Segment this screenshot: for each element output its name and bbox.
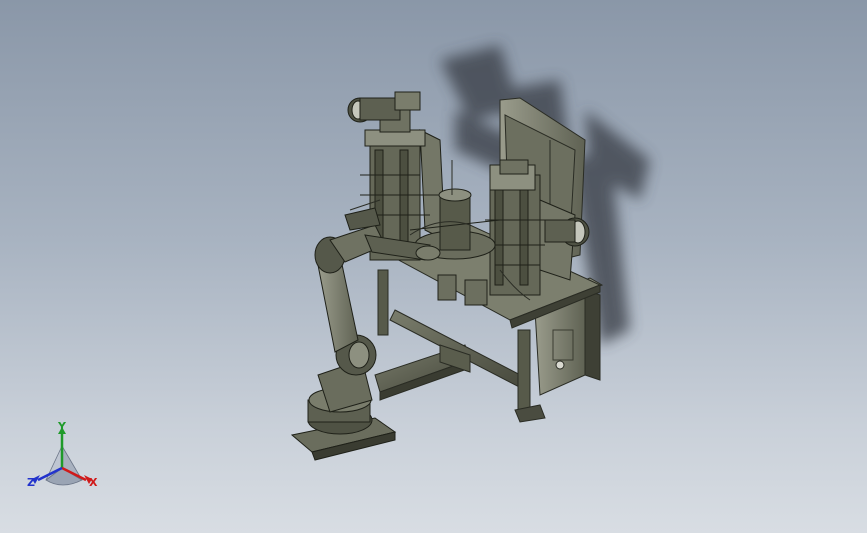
x-axis-label: X [89, 476, 98, 489]
cad-3d-viewport[interactable]: Y X Z [0, 0, 867, 533]
assembly-model[interactable] [0, 0, 867, 533]
z-axis-label: Z [27, 476, 35, 489]
y-axis-label: Y [58, 420, 66, 433]
coordinate-triad: Y X Z [26, 420, 106, 496]
